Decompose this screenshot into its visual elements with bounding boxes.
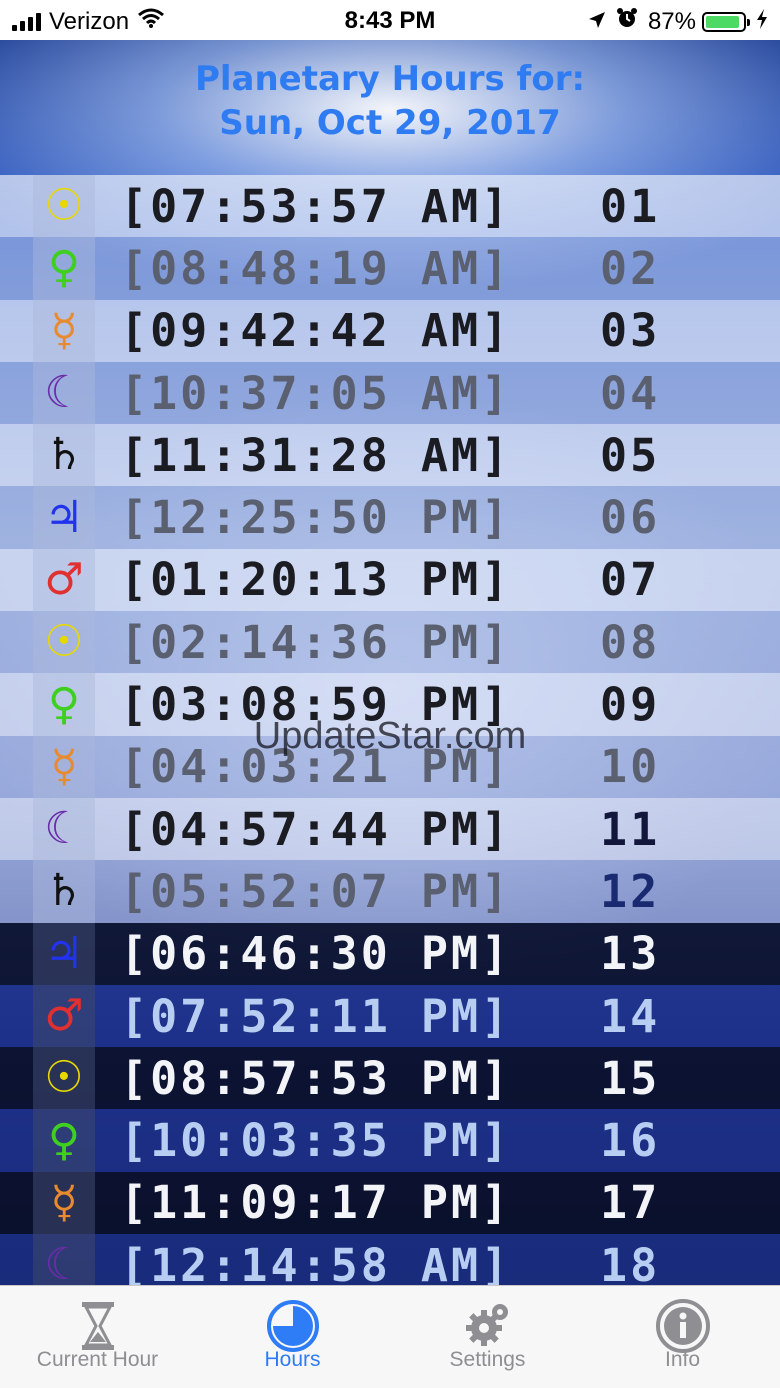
planetary-hours-view: Planetary Hours for: Sun, Oct 29, 2017 ☉… bbox=[0, 40, 780, 1285]
mercury-icon: ☿ bbox=[33, 299, 95, 362]
hour-start-time: [07:53:57 AM] bbox=[120, 179, 512, 233]
venus-icon: ♀ bbox=[33, 237, 95, 300]
moon-icon: ☾ bbox=[33, 361, 95, 425]
hour-number: 07 bbox=[600, 553, 661, 607]
sun-icon: ☉ bbox=[33, 611, 95, 674]
mercury-icon: ☿ bbox=[33, 1171, 95, 1235]
hours-list[interactable]: ☉ [07:53:57 AM] 01 ♀ [08:48:19 AM] 02 ☿ [09:42:… bbox=[0, 175, 780, 1285]
hour-number: 06 bbox=[600, 491, 661, 545]
clock-icon bbox=[265, 1298, 321, 1354]
hour-row[interactable]: ☉ [02:14:36 PM] 08 bbox=[0, 611, 780, 674]
tab-label: Current Hour bbox=[36, 1348, 159, 1371]
hour-number: 17 bbox=[600, 1176, 661, 1230]
hour-number: 14 bbox=[600, 989, 661, 1043]
page-title: Planetary Hours for: Sun, Oct 29, 2017 bbox=[0, 40, 780, 175]
hour-row[interactable]: ♃ [12:25:50 PM] 06 bbox=[0, 486, 780, 549]
hour-start-time: [10:37:05 AM] bbox=[120, 366, 512, 420]
hour-number: 10 bbox=[600, 740, 661, 794]
hour-start-time: [05:52:07 PM] bbox=[120, 864, 512, 918]
hour-row[interactable]: ♂ [01:20:13 PM] 07 bbox=[0, 548, 780, 612]
hour-start-time: [12:14:58 AM] bbox=[120, 1238, 512, 1285]
tab-label: Hours bbox=[264, 1348, 321, 1371]
saturn-icon: ♄ bbox=[33, 860, 95, 923]
hour-number: 18 bbox=[600, 1238, 661, 1285]
info-icon bbox=[655, 1298, 711, 1354]
hour-row[interactable]: ♄ [11:31:28 AM] 05 bbox=[0, 424, 780, 487]
tab-bar: Current Hour Hours Settings Info bbox=[0, 1285, 780, 1388]
hour-start-time: [02:14:36 PM] bbox=[120, 615, 512, 669]
venus-icon: ♀ bbox=[33, 673, 95, 736]
jupiter-icon: ♃ bbox=[33, 486, 95, 549]
hour-number: 15 bbox=[600, 1051, 661, 1105]
venus-icon: ♀ bbox=[33, 1109, 95, 1172]
hour-row[interactable]: ♀ [03:08:59 PM] 09 bbox=[0, 673, 780, 736]
hour-start-time: [07:52:11 PM] bbox=[120, 989, 512, 1043]
title-line-1: Planetary Hours for: bbox=[194, 59, 586, 99]
hour-row[interactable]: ☉ [07:53:57 AM] 01 bbox=[0, 175, 780, 238]
alarm-icon bbox=[616, 7, 638, 36]
mercury-icon: ☿ bbox=[33, 735, 95, 798]
mars-icon: ♂ bbox=[33, 548, 95, 612]
hour-number: 01 bbox=[600, 179, 661, 233]
hour-row[interactable]: ♃ [06:46:30 PM] 13 bbox=[0, 922, 780, 985]
hour-start-time: [01:20:13 PM] bbox=[120, 553, 512, 607]
hour-number: 12 bbox=[600, 864, 661, 918]
moon-icon: ☾ bbox=[33, 797, 95, 861]
title-date: Sun, Oct 29, 2017 bbox=[219, 103, 561, 143]
battery-icon bbox=[702, 11, 750, 32]
tab-hours[interactable]: Hours bbox=[195, 1286, 390, 1388]
hour-start-time: [09:42:42 AM] bbox=[120, 304, 512, 358]
charging-icon bbox=[756, 8, 768, 36]
battery-percent: 87% bbox=[647, 7, 696, 35]
status-bar: Verizon 8:43 PM 87% bbox=[0, 0, 780, 40]
hour-number: 03 bbox=[600, 304, 661, 358]
hour-start-time: [04:57:44 PM] bbox=[120, 802, 512, 856]
saturn-icon: ♄ bbox=[33, 424, 95, 487]
location-icon bbox=[588, 8, 606, 36]
hour-row[interactable]: ♄ [05:52:07 PM] 12 bbox=[0, 860, 780, 923]
hour-start-time: [03:08:59 PM] bbox=[120, 678, 512, 732]
hour-row[interactable]: ♂ [07:52:11 PM] 14 bbox=[0, 984, 780, 1048]
hour-start-time: [11:09:17 PM] bbox=[120, 1176, 512, 1230]
jupiter-icon: ♃ bbox=[33, 922, 95, 985]
hour-start-time: [08:57:53 PM] bbox=[120, 1051, 512, 1105]
hour-number: 05 bbox=[600, 428, 661, 482]
hour-number: 04 bbox=[600, 366, 661, 420]
sun-icon: ☉ bbox=[33, 1047, 95, 1110]
hour-number: 09 bbox=[600, 678, 661, 732]
hour-row[interactable]: ☉ [08:57:53 PM] 15 bbox=[0, 1047, 780, 1110]
tab-settings[interactable]: Settings bbox=[390, 1286, 585, 1388]
moon-icon: ☾ bbox=[33, 1234, 95, 1285]
tab-current-hour[interactable]: Current Hour bbox=[0, 1286, 195, 1388]
hour-number: 13 bbox=[600, 927, 661, 981]
tab-label: Info bbox=[664, 1348, 701, 1371]
hour-row[interactable]: ♀ [10:03:35 PM] 16 bbox=[0, 1109, 780, 1172]
tab-label: Settings bbox=[449, 1348, 526, 1371]
hour-start-time: [06:46:30 PM] bbox=[120, 927, 512, 981]
tab-info[interactable]: Info bbox=[585, 1286, 780, 1388]
hour-number: 16 bbox=[600, 1114, 661, 1168]
hour-number: 08 bbox=[600, 615, 661, 669]
hour-start-time: [10:03:35 PM] bbox=[120, 1114, 512, 1168]
hour-row[interactable]: ♀ [08:48:19 AM] 02 bbox=[0, 237, 780, 300]
hour-start-time: [11:31:28 AM] bbox=[120, 428, 512, 482]
hour-row[interactable]: ☿ [09:42:42 AM] 03 bbox=[0, 299, 780, 362]
hour-row[interactable]: ☿ [11:09:17 PM] 17 bbox=[0, 1171, 780, 1235]
hour-row[interactable]: ☾ [12:14:58 AM] 18 bbox=[0, 1234, 780, 1285]
hour-number: 11 bbox=[600, 802, 661, 856]
hour-row[interactable]: ☾ [04:57:44 PM] 11 bbox=[0, 797, 780, 861]
hour-row[interactable]: ☿ [04:03:21 PM] 10 bbox=[0, 735, 780, 798]
hour-start-time: [12:25:50 PM] bbox=[120, 491, 512, 545]
hour-row[interactable]: ☾ [10:37:05 AM] 04 bbox=[0, 361, 780, 425]
mars-icon: ♂ bbox=[33, 984, 95, 1048]
sun-icon: ☉ bbox=[33, 175, 95, 238]
hourglass-icon bbox=[70, 1298, 126, 1354]
gear-icon bbox=[460, 1298, 516, 1354]
hour-start-time: [04:03:21 PM] bbox=[120, 740, 512, 794]
hour-start-time: [08:48:19 AM] bbox=[120, 241, 512, 295]
hour-number: 02 bbox=[600, 241, 661, 295]
